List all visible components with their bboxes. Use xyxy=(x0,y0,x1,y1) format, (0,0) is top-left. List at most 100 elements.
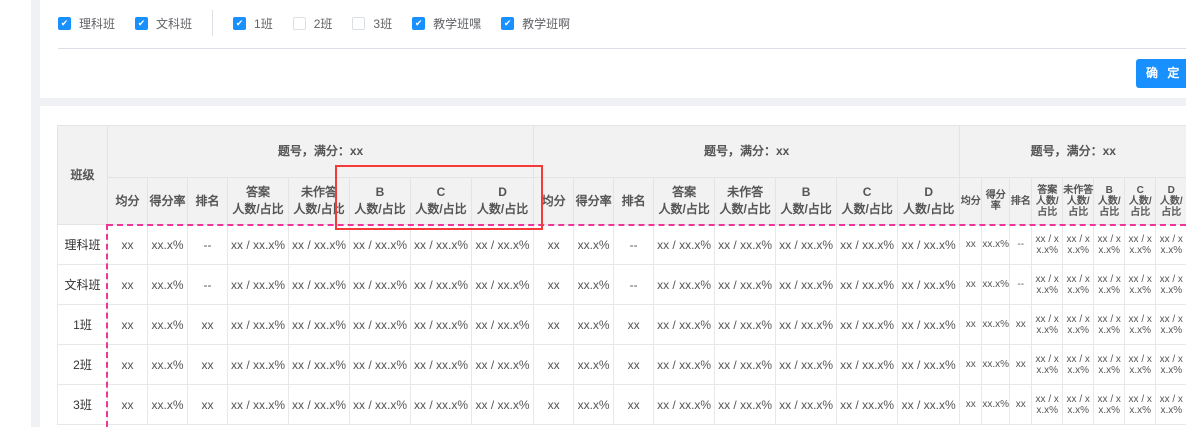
stat-cell: xx / xx.x% xyxy=(1155,344,1186,385)
table-row: 理科班 xx xx.x% -- xx / xx.x% xx / xx.x% xx / xx.… xyxy=(57,224,1186,265)
class-filter-bar: ✔ 理科班 ✔ 文科班 ✔ 1班 2班 3班 ✔ 教学班嘿 ✔ 教学班啊 xyxy=(58,10,590,36)
checkbox-checked-icon[interactable]: ✔ xyxy=(501,16,515,30)
checkbox-3班[interactable]: 3班 xyxy=(352,15,392,32)
stat-cell: xx / xx.x% xyxy=(836,264,899,305)
stat-cell: xx / xx.x% xyxy=(227,344,289,385)
stat-cell: xx / xx.x% xyxy=(470,384,535,425)
stat-cell: xx / xx.x% xyxy=(1155,224,1186,265)
checkbox-label: 教学班嘿 xyxy=(433,16,482,31)
checkbox-label: 3班 xyxy=(373,16,393,31)
stat-cell: xx.x% xyxy=(147,344,188,385)
column-header-text: B xyxy=(801,185,811,199)
stat-cell: xx / xx.x% xyxy=(1093,344,1126,385)
stat-cell: xx xyxy=(187,384,228,425)
stat-cell: xx / xx.x% xyxy=(1093,224,1126,265)
stat-cell: xx xyxy=(533,304,575,345)
stat-cell: xx / xx.x% xyxy=(1031,224,1064,265)
stat-cell: xx / xx.x% xyxy=(1062,344,1095,385)
stat-cell: xx / xx.x% xyxy=(288,304,350,345)
stat-cell: xx / xx.x% xyxy=(714,304,777,345)
column-header: 均分 xyxy=(107,177,148,225)
column-header-text: 得分率 xyxy=(149,193,186,208)
stat-cell: xx xyxy=(107,384,148,425)
stat-cell: xx xyxy=(613,344,655,385)
stat-cell: xx.x% xyxy=(573,384,615,425)
stat-cell: xx / xx.x% xyxy=(410,384,472,425)
column-header-text: 未作答 xyxy=(727,185,764,199)
column-header-text: 人数/占比 xyxy=(719,202,771,216)
checkbox-unchecked-icon[interactable] xyxy=(352,16,366,30)
column-header-text: 人数/占比 xyxy=(780,202,832,216)
column-header-text: D xyxy=(924,185,933,199)
checkbox-2班[interactable]: 2班 xyxy=(292,15,333,32)
stat-cell: xx / xx.x% xyxy=(714,264,777,305)
stat-cell: xx xyxy=(187,344,228,385)
stat-cell: xx.x% xyxy=(147,264,188,305)
stat-cell: xx / xx.x% xyxy=(897,384,961,425)
column-header-text: 答案 xyxy=(1037,184,1058,196)
checkbox-checked-icon[interactable]: ✔ xyxy=(135,16,149,30)
stat-cell: xx / xx.x% xyxy=(227,384,289,425)
stat-cell: xx / xx.x% xyxy=(410,344,472,385)
stat-cell: xx / xx.x% xyxy=(1031,344,1064,385)
checkbox-理科班[interactable]: ✔ 理科班 xyxy=(58,15,115,32)
class-name-cell: 3班 xyxy=(57,384,108,425)
column-header: D 人数/占比 xyxy=(1155,177,1186,225)
checkbox-label: 2班 xyxy=(313,16,333,31)
checkbox-unchecked-icon[interactable] xyxy=(292,16,306,30)
checkbox-checked-icon[interactable]: ✔ xyxy=(233,16,247,30)
column-header: 排名 xyxy=(187,177,228,225)
stat-cell: xx / xx.x% xyxy=(1124,344,1157,385)
stat-cell: xx.x% xyxy=(147,224,188,265)
stat-cell: xx / xx.x% xyxy=(653,264,716,305)
header-row-columns: 均分 得分率 排名 答案 人数/占比 未作答 人数/占比 B 人数/占比 C 人数/占比 D 人数/占比… xyxy=(58,177,1186,225)
stat-cell: xx xyxy=(959,224,983,265)
stat-cell: xx / xx.x% xyxy=(714,344,777,385)
stat-cell: xx.x% xyxy=(981,264,1011,305)
column-header-text: 排名 xyxy=(621,193,646,208)
column-header-text: 人数/占比 xyxy=(1159,195,1183,218)
column-header: C 人数/占比 xyxy=(836,177,899,225)
stat-cell: xx xyxy=(613,304,655,345)
checkbox-1班[interactable]: ✔ 1班 xyxy=(233,15,273,32)
column-header-text: 人数/占比 xyxy=(841,202,893,216)
checkbox-教学班嘿[interactable]: ✔ 教学班嘿 xyxy=(412,15,481,32)
stat-cell: xx / xx.x% xyxy=(1155,384,1186,425)
stat-cell: xx / xx.x% xyxy=(1124,384,1157,425)
stat-cell: xx / xx.x% xyxy=(1031,384,1064,425)
stat-cell: xx / xx.x% xyxy=(470,344,535,385)
checkbox-教学班啊[interactable]: ✔ 教学班啊 xyxy=(501,15,570,32)
confirm-button[interactable]: 确 定 xyxy=(1136,59,1186,88)
checkbox-文科班[interactable]: ✔ 文科班 xyxy=(135,15,192,32)
column-header: 得分率 xyxy=(147,177,188,225)
panel-gap xyxy=(40,98,1186,106)
stat-cell: xx.x% xyxy=(147,384,188,425)
stat-cell: xx / xx.x% xyxy=(1093,264,1126,305)
checkbox-checked-icon[interactable]: ✔ xyxy=(412,16,426,30)
column-header: D 人数/占比 xyxy=(897,177,961,225)
stat-cell: xx / xx.x% xyxy=(1062,304,1095,345)
column-header: B 人数/占比 xyxy=(1093,177,1126,225)
column-header-text: 得分率 xyxy=(575,193,612,208)
column-header: 答案 人数/占比 xyxy=(1031,177,1064,225)
stat-cell: xx.x% xyxy=(573,344,615,385)
stat-cell: xx.x% xyxy=(573,304,615,345)
stat-cell: -- xyxy=(613,264,655,305)
stat-cell: xx xyxy=(107,344,148,385)
column-header-text: 人数/占比 xyxy=(1097,195,1121,218)
stat-cell: xx / xx.x% xyxy=(897,304,961,345)
stat-cell: xx / xx.x% xyxy=(1124,264,1157,305)
stat-cell: xx / xx.x% xyxy=(1062,384,1095,425)
stat-cell: xx / xx.x% xyxy=(410,304,472,345)
stat-cell: xx / xx.x% xyxy=(349,224,411,265)
column-header-text: 均分 xyxy=(115,193,140,208)
column-header: B 人数/占比 xyxy=(775,177,838,225)
checkbox-checked-icon[interactable]: ✔ xyxy=(58,16,71,30)
stat-cell: xx / xx.x% xyxy=(775,264,838,305)
stat-cell: xx / xx.x% xyxy=(288,384,350,425)
stat-cell: xx / xx.x% xyxy=(349,344,411,385)
stat-cell: -- xyxy=(613,224,655,265)
stat-cell: xx / xx.x% xyxy=(653,224,716,265)
stat-cell: xx xyxy=(107,224,148,265)
stat-cell: xx xyxy=(959,304,983,345)
